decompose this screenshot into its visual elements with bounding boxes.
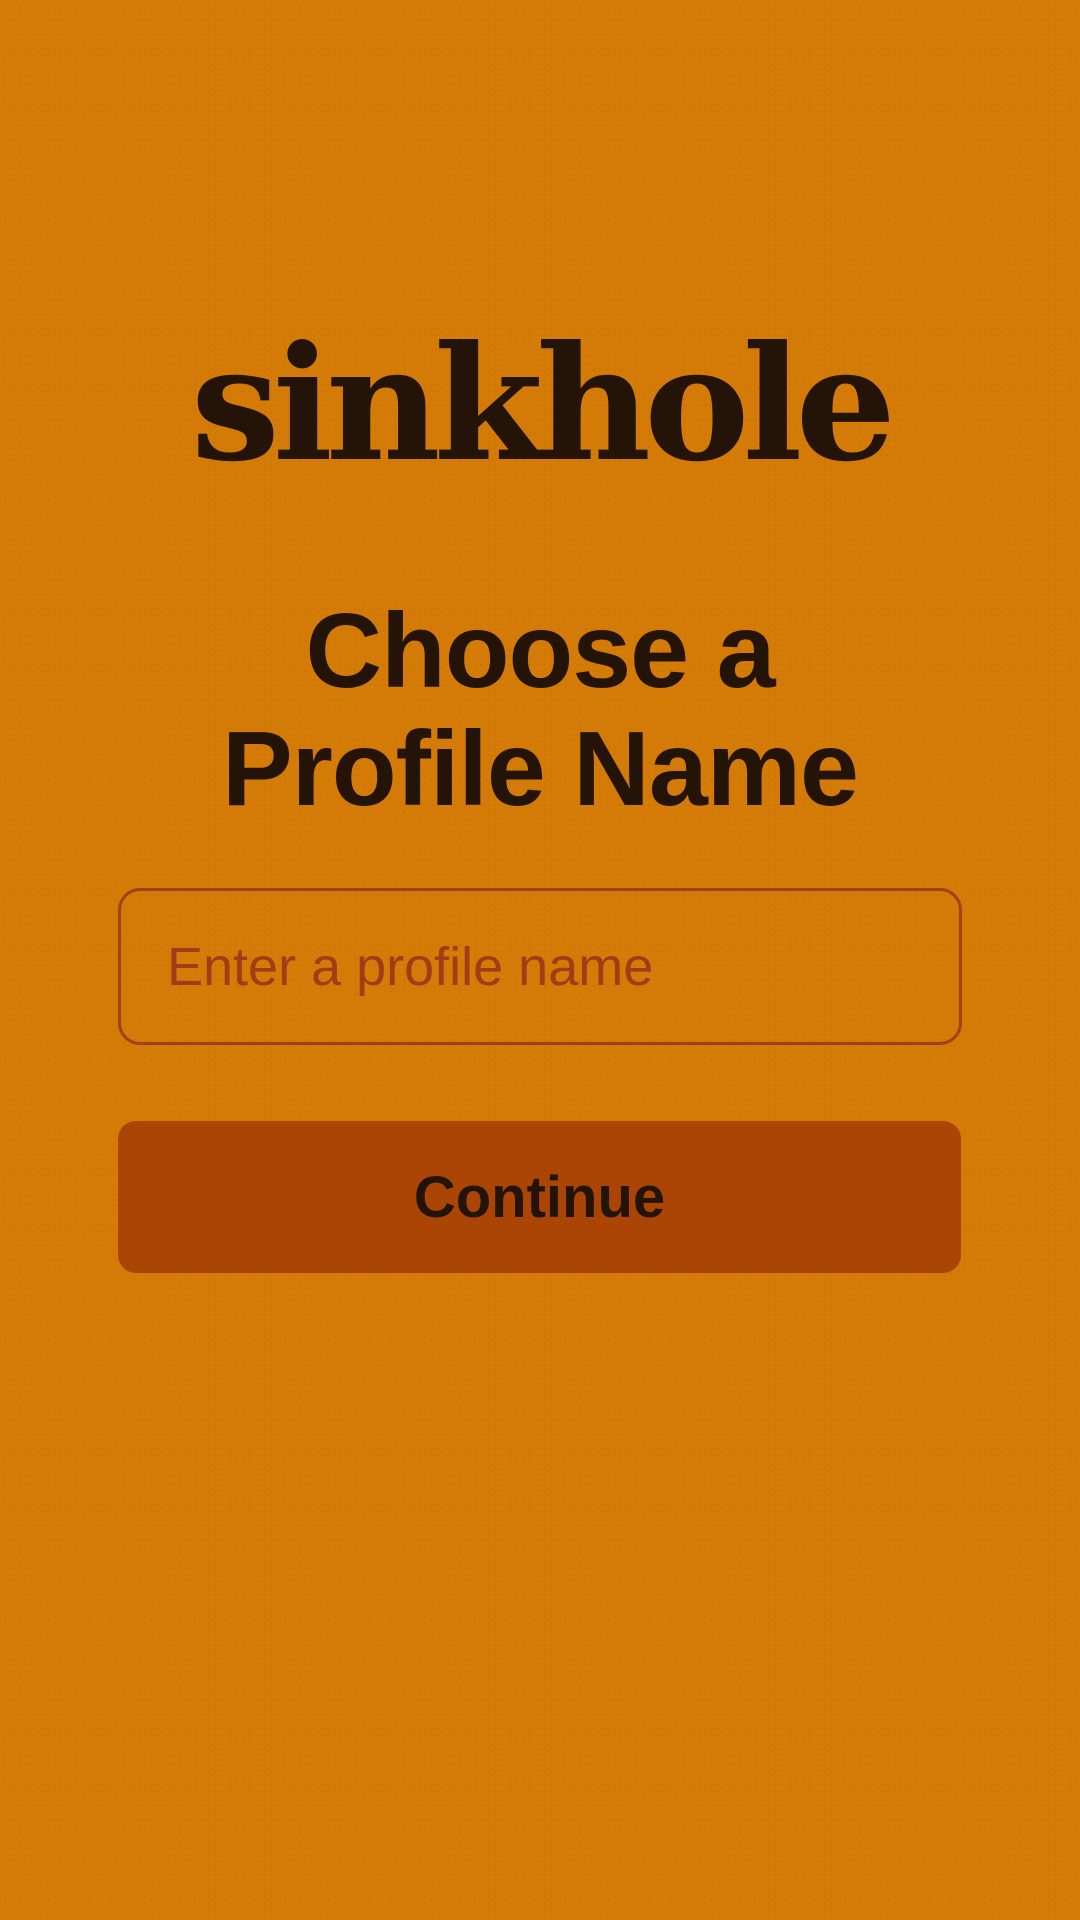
app-logo: sinkhole	[190, 312, 896, 497]
profile-setup-screen: sinkhole Choose a Profile Name Continue	[0, 0, 1080, 1920]
profile-name-input[interactable]	[118, 888, 962, 1045]
page-title-line-1: Choose a	[305, 592, 775, 710]
page-title-line-2: Profile Name	[221, 710, 859, 828]
continue-button[interactable]: Continue	[118, 1121, 961, 1273]
page-title: Choose a Profile Name	[0, 592, 1080, 828]
